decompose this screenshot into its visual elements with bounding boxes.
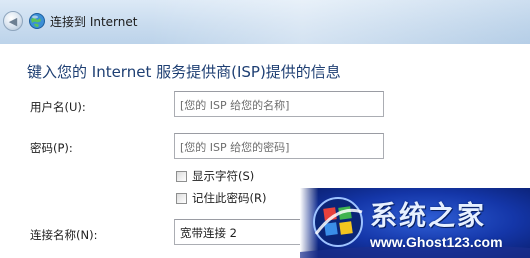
site-watermark: 系统之家 www.Ghost123.com (300, 188, 530, 258)
network-globe-icon (29, 13, 45, 29)
title-bar: ◀ 连接到 Internet (0, 0, 530, 44)
remember-password-label: 记住此密码(R) (192, 191, 267, 205)
back-button[interactable]: ◀ (3, 11, 23, 31)
watermark-logo-icon (313, 197, 363, 247)
username-input[interactable]: [您的 ISP 给您的名称] (174, 91, 384, 117)
watermark-title: 系统之家 (370, 201, 486, 232)
remember-password-checkbox[interactable] (176, 192, 187, 204)
show-characters-label: 显示字符(S) (192, 169, 255, 183)
show-characters-option[interactable]: 显示字符(S) (176, 168, 254, 184)
watermark-url: www.Ghost123.com (370, 234, 503, 250)
remember-password-option[interactable]: 记住此密码(R) (176, 190, 266, 206)
password-label: 密码(P): (30, 141, 73, 155)
back-arrow-icon: ◀ (8, 14, 18, 28)
username-label: 用户名(U): (30, 100, 86, 114)
password-input[interactable]: [您的 ISP 给您的密码] (174, 133, 384, 159)
show-characters-checkbox[interactable] (176, 170, 187, 182)
page-heading: 键入您的 Internet 服务提供商(ISP)提供的信息 (27, 63, 341, 81)
title-bar-glass (150, 0, 530, 44)
connection-name-label: 连接名称(N): (30, 228, 98, 242)
window-title: 连接到 Internet (50, 15, 138, 29)
